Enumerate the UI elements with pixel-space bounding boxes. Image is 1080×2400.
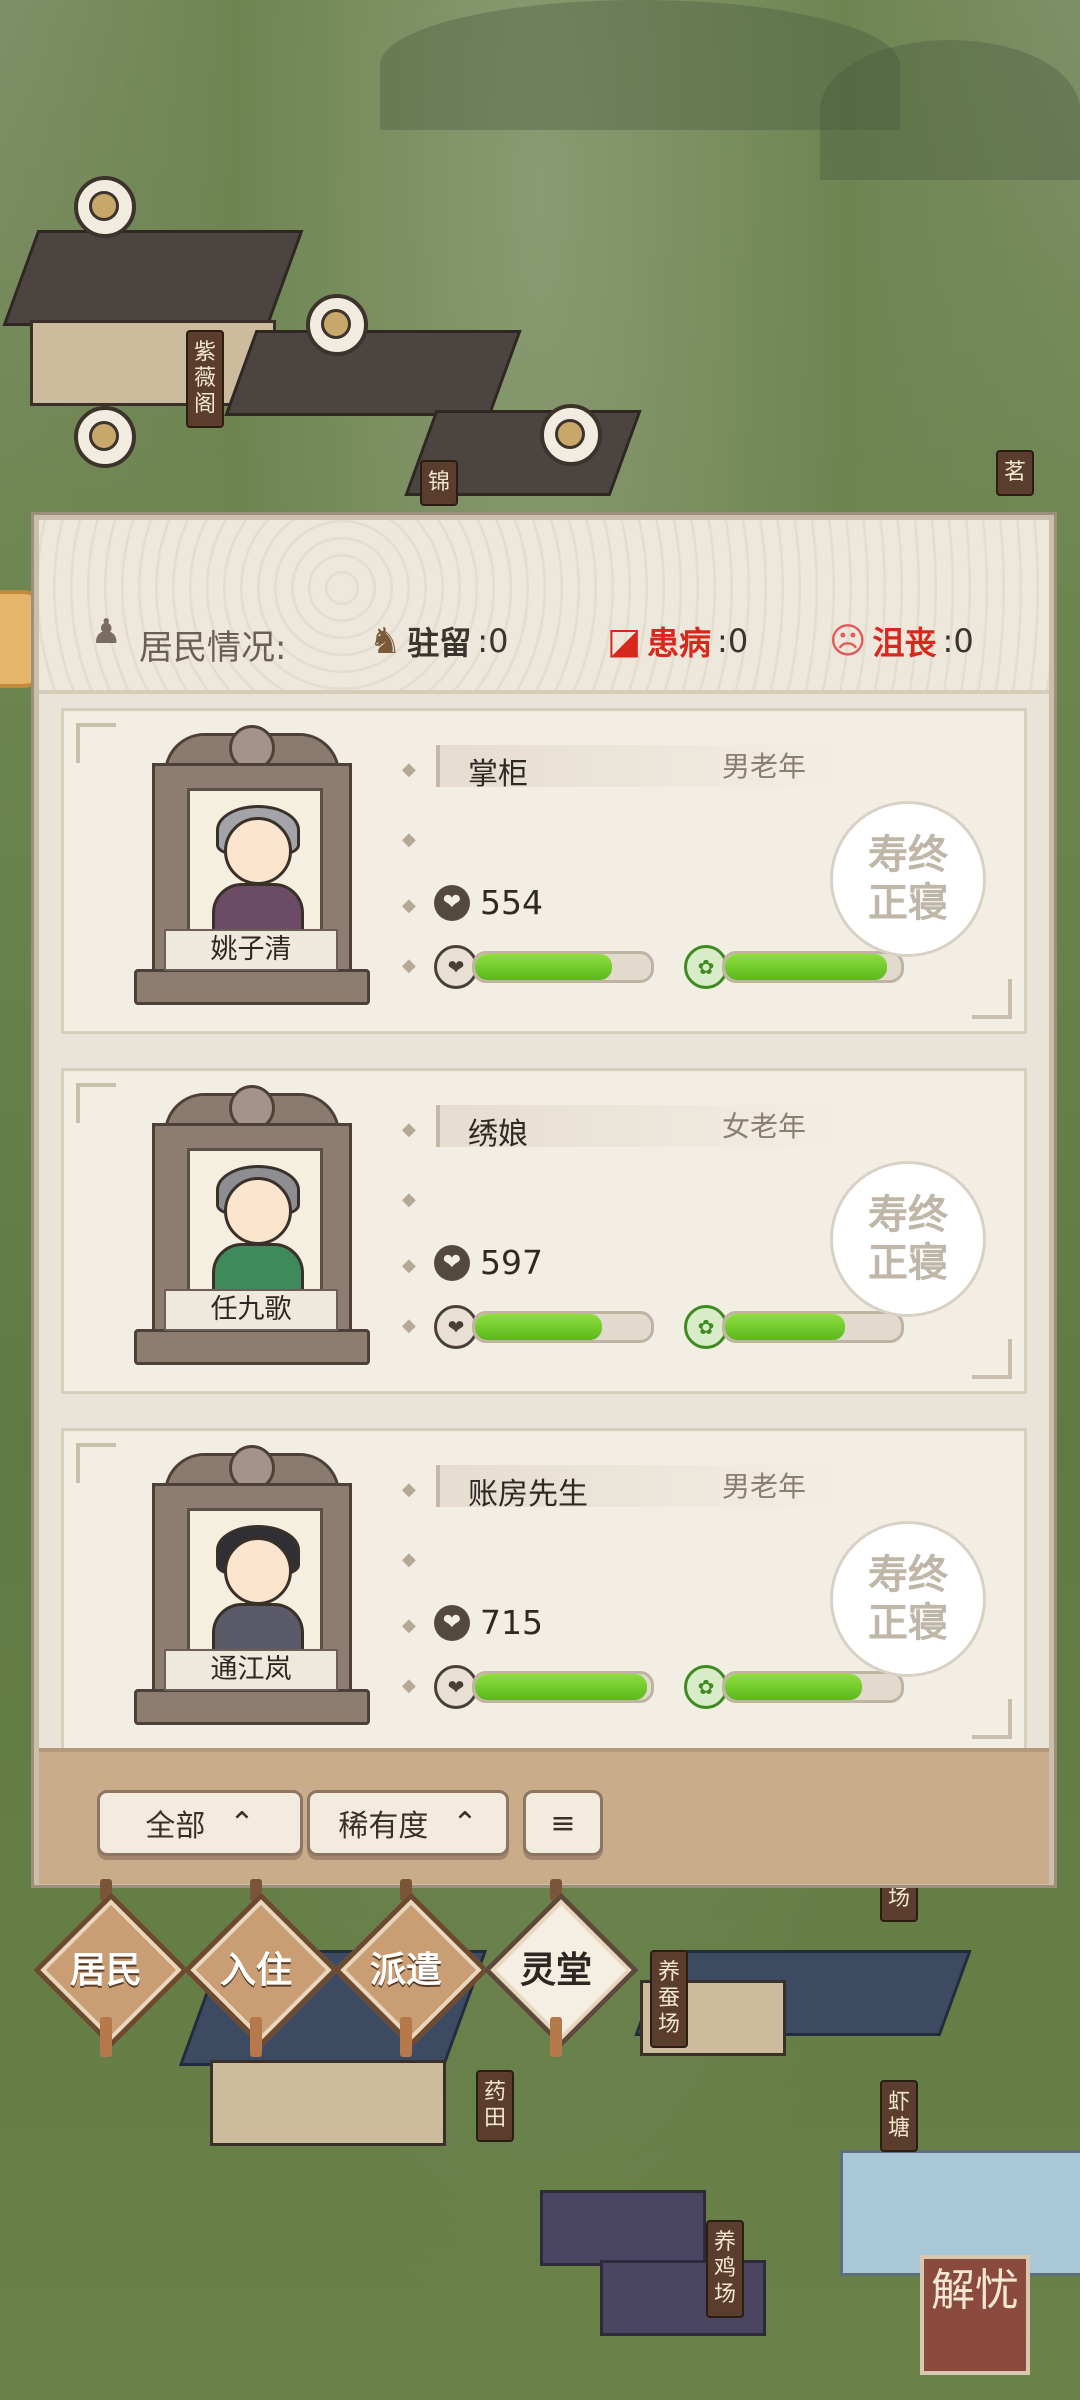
building-sign: 虾塘 [880,2080,918,2152]
age-group: 男老年 [722,750,807,783]
sad-face-icon: ☹ [829,620,867,662]
nav-move-in[interactable]: 入住 [183,1879,339,2057]
job-label: 掌柜 男老年 [436,745,850,792]
health-bar [472,1311,654,1343]
building-sign: 紫薇阁 [186,330,224,428]
filter-all-dropdown[interactable]: 全部 ⌃ [97,1790,303,1856]
job-label: 绣娘 女老年 [436,1105,850,1152]
stat-sick: ◪ 患病:0 [607,620,749,663]
resident-list[interactable]: 姚子清 ◆ ◆ ◆ ◆ 掌柜 男老年 ❤ 554 ❤ ✿ 寿终正寝 任九歌 ◆ … [61,708,1027,1750]
resident-card[interactable]: 任九歌 ◆ ◆ ◆ ◆ 绣娘 女老年 ❤ 597 ❤ ✿ 寿终正寝 [61,1068,1027,1394]
deceased-stamp: 寿终正寝 [830,1521,986,1677]
filter-bar: 全部 ⌃ 稀有度 ⌃ ≡ [39,1748,1049,1884]
pill-icon: ◪ [607,620,642,662]
resident-portrait [187,1508,323,1655]
age-group: 女老年 [722,1110,807,1143]
building-sign: 茗 [996,450,1034,496]
coin-icon[interactable] [306,294,368,356]
stat-stay: ♞ 驻留:0 [369,620,509,663]
nav-memorial-hall[interactable]: 灵堂 [483,1879,639,2057]
score: ❤ 554 [434,883,543,922]
building-sign: 养鸡场 [706,2220,744,2318]
portrait-frame: 姚子清 [134,725,370,1005]
resident-portrait [187,788,323,935]
mood-bar [722,1311,904,1343]
heart-pulse-icon: ❤ [434,1604,470,1641]
health-bar [472,1671,654,1703]
deceased-stamp: 寿终正寝 [830,801,986,957]
resident-portrait [187,1148,323,1295]
resident-card[interactable]: 通江岚 ◆ ◆ ◆ ◆ 账房先生 男老年 ❤ 715 ❤ ✿ 寿终正寝 [61,1428,1027,1750]
coin-icon[interactable] [74,406,136,468]
panel-header: ♟ 居民情况: ♞ 驻留:0 ◪ 患病:0 ☹ 沮丧:0 [39,520,1049,694]
residents-status-label: 居民情况: [139,628,287,668]
mood-bar [722,951,904,983]
building-sign: 养蚕场 [650,1950,688,2048]
heart-pulse-icon: ❤ [434,1244,470,1281]
portrait-frame: 通江岚 [134,1445,370,1725]
filter-rarity-dropdown[interactable]: 稀有度 ⌃ [307,1790,509,1856]
coin-icon[interactable] [540,404,602,466]
nav-dispatch[interactable]: 派遣 [333,1879,489,2057]
building-sign: 药田 [476,2070,514,2142]
portrait-frame: 任九歌 [134,1085,370,1365]
horse-icon: ♞ [369,620,402,662]
chevron-up-icon: ⌃ [452,1805,478,1841]
job-label: 账房先生 男老年 [436,1465,850,1512]
building-sign: 锦 [420,460,458,506]
score: ❤ 715 [434,1603,543,1642]
stat-depressed: ☹ 沮丧:0 [829,620,974,663]
score: ❤ 597 [434,1243,543,1282]
age-group: 男老年 [722,1470,807,1503]
chevron-up-icon: ⌃ [229,1805,255,1841]
health-bar [472,951,654,983]
coin-icon[interactable] [74,176,136,238]
resident-name: 任九歌 [164,1289,338,1331]
resident-panel: ♟ 居民情况: ♞ 驻留:0 ◪ 患病:0 ☹ 沮丧:0 姚子清 ◆ ◆ … [34,515,1054,1885]
resident-name: 姚子清 [164,929,338,971]
mood-bar [722,1671,904,1703]
relief-button[interactable]: 解忧 [920,2255,1030,2375]
nav-residents[interactable]: 居民 [33,1879,189,2057]
resident-icon: ♟ [91,612,122,652]
heart-pulse-icon: ❤ [434,884,470,921]
resident-card[interactable]: 姚子清 ◆ ◆ ◆ ◆ 掌柜 男老年 ❤ 554 ❤ ✿ 寿终正寝 [61,708,1027,1034]
sort-icon: ≡ [550,1805,576,1841]
deceased-stamp: 寿终正寝 [830,1161,986,1317]
sort-button[interactable]: ≡ [523,1790,603,1856]
resident-name: 通江岚 [164,1649,338,1691]
